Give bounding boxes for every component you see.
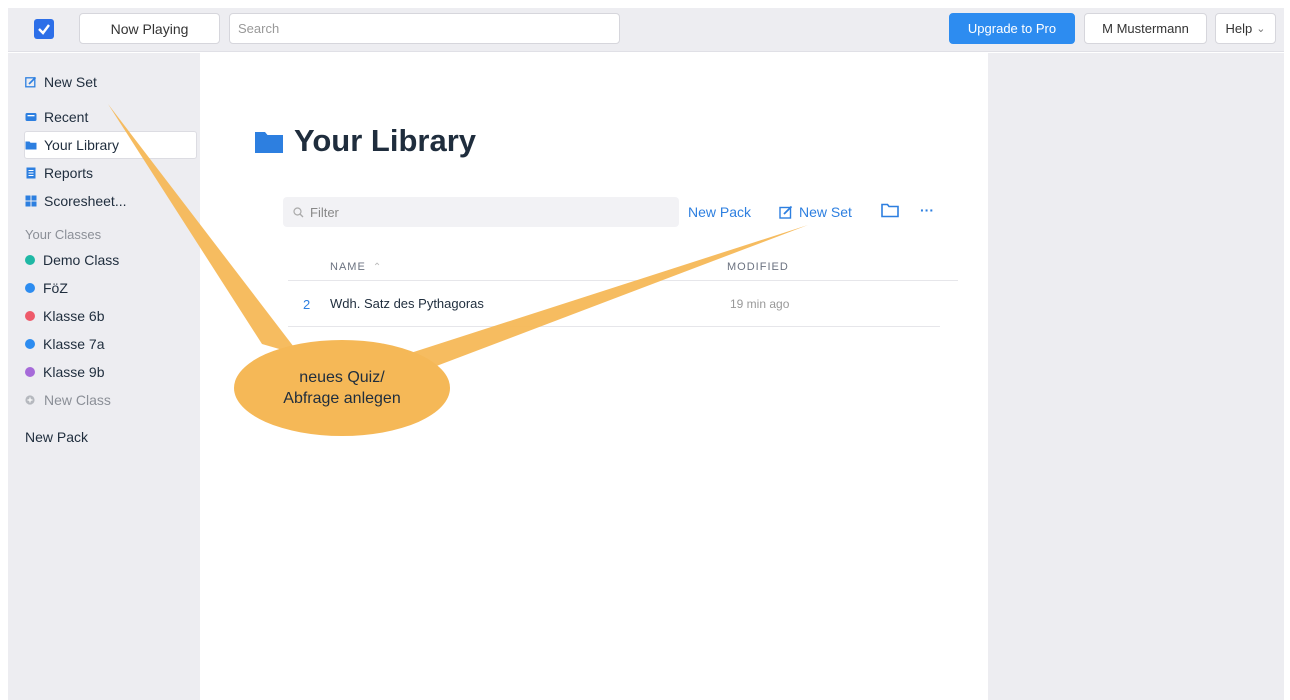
page-title: Your Library (254, 123, 476, 159)
sidebar-item-label: Klasse 6b (43, 308, 105, 324)
top-bar: Now Playing Search Upgrade to Pro M Must… (8, 8, 1284, 52)
class-color-dot (25, 255, 35, 265)
sidebar-item-label: Klasse 9b (43, 364, 105, 380)
sidebar-item-label: Klasse 7a (43, 336, 105, 352)
sidebar: New Set Recent Your Library Reports Scor… (8, 53, 200, 700)
sidebar-item-scoresheet[interactable]: Scoresheet... (25, 189, 127, 213)
sidebar-item-your-library[interactable]: Your Library (25, 133, 119, 157)
folder-icon (255, 132, 283, 153)
right-panel (988, 53, 1284, 700)
now-playing-button[interactable]: Now Playing (79, 13, 220, 44)
edit-icon (779, 205, 793, 219)
column-header-modified[interactable]: MODIFIED (727, 261, 789, 273)
filter-input[interactable]: Filter (283, 197, 679, 227)
new-folder-button[interactable] (881, 203, 899, 218)
sidebar-item-label: FöZ (43, 280, 68, 296)
sidebar-item-class-6b[interactable]: Klasse 6b (25, 304, 104, 328)
sidebar-item-label: New Class (44, 392, 111, 408)
help-button[interactable]: Help ⌄ (1215, 13, 1276, 44)
column-header-label: NAME (330, 261, 366, 273)
sidebar-item-new-pack[interactable]: New Pack (25, 425, 88, 449)
sort-up-icon: ⌃ (372, 262, 383, 273)
sidebar-item-label: Your Library (44, 137, 119, 153)
sidebar-item-label: Scoresheet... (44, 193, 127, 209)
sidebar-item-class-demo[interactable]: Demo Class (25, 248, 119, 272)
folder-outline-icon (881, 203, 899, 218)
sidebar-item-label: Demo Class (43, 252, 120, 268)
filter-placeholder: Filter (310, 204, 339, 220)
search-icon (293, 206, 304, 217)
recent-icon (25, 113, 37, 121)
new-set-label: New Set (799, 204, 852, 220)
reports-icon (26, 167, 36, 179)
user-menu-button[interactable]: M Mustermann (1084, 13, 1207, 44)
more-options-button[interactable]: ··· (920, 202, 934, 218)
sidebar-item-new-class[interactable]: New Class (25, 388, 111, 412)
class-color-dot (25, 339, 35, 349)
annotation-line-2: Abfrage anlegen (283, 390, 401, 407)
column-header-name[interactable]: NAME ⌃ (330, 261, 382, 273)
search-input[interactable]: Search (229, 13, 620, 44)
row-divider (288, 326, 940, 327)
row-name: Wdh. Satz des Pythagoras (330, 296, 484, 311)
upgrade-button[interactable]: Upgrade to Pro (949, 13, 1075, 44)
sidebar-item-recent[interactable]: Recent (25, 105, 88, 129)
grid-icon (25, 195, 37, 207)
sidebar-item-class-7a[interactable]: Klasse 7a (25, 332, 104, 356)
new-pack-link[interactable]: New Pack (688, 204, 751, 220)
sidebar-item-label: Reports (44, 165, 94, 181)
app-logo-icon[interactable] (34, 19, 54, 39)
add-circle-icon (25, 395, 35, 405)
annotation-text: neues Quiz/ Abfrage anlegen (236, 367, 448, 409)
chevron-down-icon: ⌄ (1256, 23, 1266, 35)
new-set-link[interactable]: New Set (779, 204, 852, 220)
sidebar-item-new-set[interactable]: New Set (25, 70, 97, 94)
header-divider (288, 280, 958, 281)
edit-icon (25, 76, 37, 88)
row-count-badge: 2 (303, 297, 311, 312)
classes-heading: Your Classes (25, 227, 102, 242)
class-color-dot (25, 311, 35, 321)
annotation-line-1: neues Quiz/ (299, 369, 385, 386)
folder-icon (25, 141, 37, 150)
sidebar-item-label: New Pack (25, 429, 89, 445)
sidebar-item-label: Recent (44, 109, 89, 125)
sidebar-item-class-foez[interactable]: FöZ (25, 276, 68, 300)
help-label: Help (1225, 21, 1253, 36)
sidebar-item-label: New Set (44, 74, 97, 90)
sidebar-item-reports[interactable]: Reports (25, 161, 93, 185)
row-modified: 19 min ago (730, 297, 790, 311)
sidebar-item-class-9b[interactable]: Klasse 9b (25, 360, 104, 384)
page-title-text: Your Library (294, 123, 477, 158)
class-color-dot (25, 283, 35, 293)
class-color-dot (25, 367, 35, 377)
